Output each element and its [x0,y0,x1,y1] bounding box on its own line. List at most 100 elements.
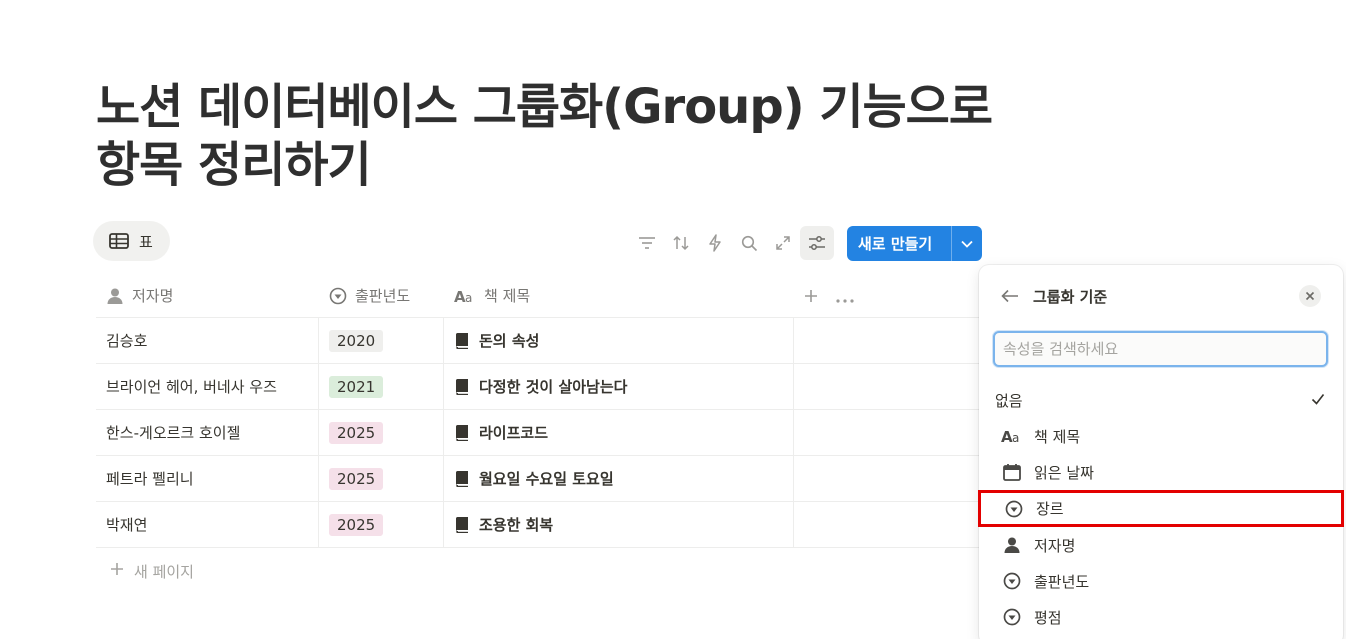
book-icon [454,332,470,350]
database-toolbar [630,226,834,260]
title-cell[interactable]: 월요일 수요일 토요일 [444,456,794,501]
option-label: 평점 [1034,608,1062,627]
person-icon [106,287,124,305]
expand-icon[interactable] [766,226,800,260]
group-option-text[interactable]: Aa 책 제목 [979,418,1343,454]
author-cell[interactable]: 박재연 [96,502,319,547]
empty-cell [794,364,984,409]
new-page-button[interactable]: 새 페이지 [96,548,984,594]
option-label: 저자명 [1034,536,1076,555]
year-cell[interactable]: 2025 [319,456,444,501]
table-header: 저자명 출판년도 Aa 책 제목 [96,274,984,318]
text-icon: Aa [454,288,476,304]
book-title: 다정한 것이 살아남는다 [479,378,628,396]
more-icon[interactable] [836,284,854,308]
group-option-none[interactable]: 없음 [979,382,1343,418]
year-tag: 2025 [329,467,384,490]
group-option-select[interactable]: 평점 [979,599,1343,635]
filter-icon[interactable] [630,226,664,260]
automation-icon[interactable] [698,226,732,260]
option-label: 출판년도 [1034,572,1090,591]
title-cell[interactable]: 라이프코드 [444,410,794,455]
svg-text:a: a [465,291,472,304]
new-button[interactable]: 새로 만들기 [847,226,982,261]
table-icon [109,233,129,249]
title-cell[interactable]: 돈의 속성 [444,318,794,363]
book-title: 조용한 회복 [479,516,554,534]
view-tab-label: 표 [139,232,153,251]
empty-cell [794,456,984,501]
select-icon [1003,500,1025,518]
table-row[interactable]: 박재연 2025 조용한 회복 [96,502,984,548]
select-icon [329,287,347,305]
year-tag: 2025 [329,421,384,444]
book-icon [454,516,470,534]
column-header-year[interactable]: 출판년도 [319,274,444,317]
year-cell[interactable]: 2025 [319,502,444,547]
title-cell[interactable]: 다정한 것이 살아남는다 [444,364,794,409]
empty-cell [794,502,984,547]
book-icon [454,378,470,396]
person-icon [1001,536,1023,554]
table-body: 김승호 2020 돈의 속성브라이언 헤어, 버네사 우즈 2021 다정한 것이 살아… [96,318,984,548]
property-search-input[interactable] [993,331,1328,367]
book-title: 돈의 속성 [479,332,540,350]
page-title[interactable]: 노션 데이터베이스 그룹화(Group) 기능으로 항목 정리하기 [96,78,996,194]
year-cell[interactable]: 2021 [319,364,444,409]
title-cell[interactable]: 조용한 회복 [444,502,794,547]
author-cell[interactable]: 페트라 펠리니 [96,456,319,501]
author-cell[interactable]: 한스-게오르크 호이젤 [96,410,319,455]
year-tag: 2025 [329,513,384,536]
book-title: 월요일 수요일 토요일 [479,470,614,488]
year-tag: 2021 [329,375,384,398]
panel-title: 그룹화 기준 [1033,287,1108,306]
select-icon [1001,572,1023,590]
author-text: 한스-게오르크 호이젤 [106,424,241,442]
text-icon: Aa [1001,428,1023,444]
author-text: 김승호 [106,332,148,350]
table-row[interactable]: 한스-게오르크 호이젤 2025 라이프코드 [96,410,984,456]
table-row[interactable]: 브라이언 헤어, 버네사 우즈 2021 다정한 것이 살아남는다 [96,364,984,410]
option-label: 읽은 날짜 [1034,463,1094,482]
table-row[interactable]: 김승호 2020 돈의 속성 [96,318,984,364]
calendar-icon [1001,463,1023,481]
group-option-select[interactable]: 출판년도 [979,563,1343,599]
table-row[interactable]: 페트라 펠리니 2025 월요일 수요일 토요일 [96,456,984,502]
empty-cell [794,318,984,363]
option-label: 책 제목 [1034,427,1081,446]
book-icon [454,424,470,442]
chevron-down-icon[interactable] [952,240,982,248]
back-arrow-icon[interactable] [1001,289,1019,303]
author-cell[interactable]: 김승호 [96,318,319,363]
svg-text:a: a [1012,431,1019,444]
year-cell[interactable]: 2020 [319,318,444,363]
option-label: 장르 [1036,500,1064,518]
author-text: 박재연 [106,516,148,534]
database-table: 저자명 출판년도 Aa 책 제목 김승호 2020 돈의 속성브라이언 헤어, 버네… [96,274,984,594]
column-header-title[interactable]: Aa 책 제목 [444,274,794,317]
column-header-author[interactable]: 저자명 [96,274,319,317]
option-label: 없음 [995,391,1023,410]
group-by-panel: 그룹화 기준 없음 Aa 책 제목읽은 날짜장르저자명출판년도평점 [978,265,1344,639]
group-option-person[interactable]: 저자명 [979,527,1343,563]
sort-icon[interactable] [664,226,698,260]
check-icon [1311,391,1325,409]
author-text: 페트라 펠리니 [106,470,194,488]
view-tab-table[interactable]: 표 [93,221,170,261]
add-column-icon[interactable] [804,284,818,308]
panel-header: 그룹화 기준 [979,283,1343,309]
book-icon [454,470,470,488]
book-title: 라이프코드 [479,424,549,442]
year-tag: 2020 [329,329,384,352]
close-icon[interactable] [1299,285,1321,307]
group-option-calendar[interactable]: 읽은 날짜 [979,454,1343,490]
author-cell[interactable]: 브라이언 헤어, 버네사 우즈 [96,364,319,409]
search-icon[interactable] [732,226,766,260]
settings-icon[interactable] [800,226,834,260]
year-cell[interactable]: 2025 [319,410,444,455]
select-icon [1001,608,1023,626]
author-text: 브라이언 헤어, 버네사 우즈 [106,378,277,396]
group-option-select[interactable]: 장르 [978,490,1344,527]
empty-cell [794,410,984,455]
column-actions [794,274,854,317]
